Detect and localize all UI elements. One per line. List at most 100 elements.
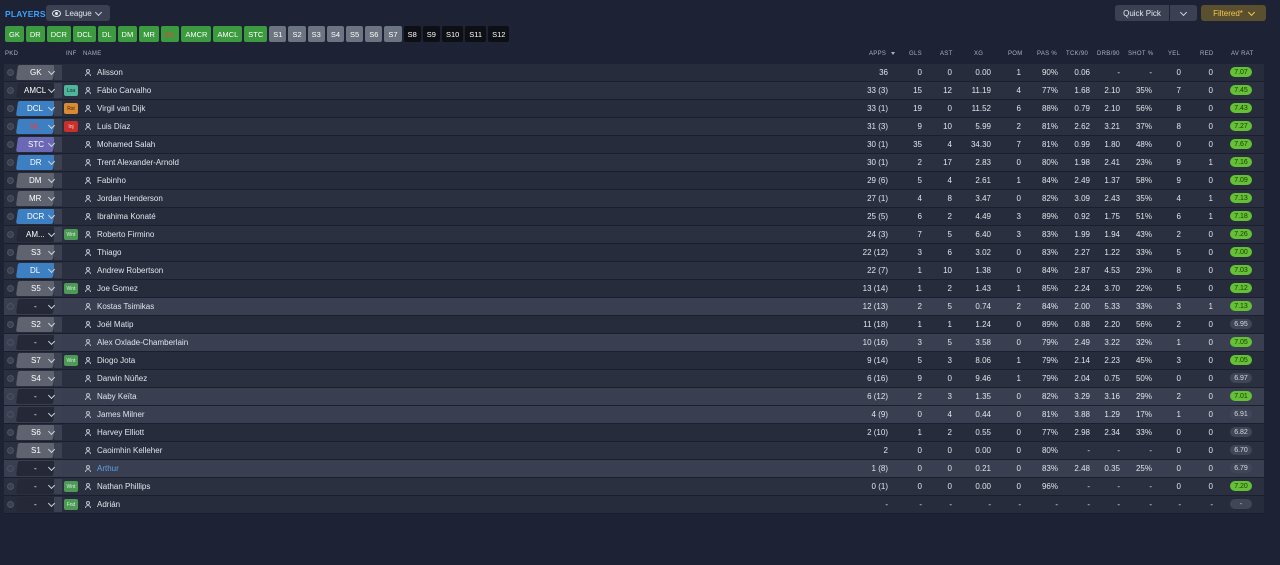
position-dropdown[interactable] bbox=[54, 479, 62, 494]
col-pom[interactable]: POM bbox=[1008, 51, 1023, 57]
pick-radio[interactable] bbox=[7, 393, 14, 400]
player-name[interactable]: Joe Gomez bbox=[97, 284, 138, 293]
pick-radio[interactable] bbox=[7, 501, 14, 508]
position-filter-s7[interactable]: S7 bbox=[384, 26, 402, 42]
pick-radio[interactable] bbox=[7, 429, 14, 436]
position-filter-ml[interactable]: ML bbox=[160, 26, 180, 42]
position-dropdown[interactable] bbox=[54, 65, 62, 80]
position-filter-amcr[interactable]: AMCR bbox=[181, 26, 212, 42]
position-dropdown[interactable] bbox=[54, 335, 62, 350]
col-name[interactable]: NAME bbox=[83, 51, 102, 57]
player-name[interactable]: Jordan Henderson bbox=[97, 194, 163, 203]
table-row[interactable]: - Kostas Tsimikas 12 (13) 2 5 0.74 2 84% 2.00 5.3… bbox=[4, 298, 1264, 316]
table-row[interactable]: S2 Joël Matip 11 (18) 1 1 1.24 0 89% 0.88 2.20 56%… bbox=[4, 316, 1264, 334]
pick-radio[interactable] bbox=[7, 375, 14, 382]
table-row[interactable]: - Fnd Adrián - - - - - - - - - - - - bbox=[4, 496, 1264, 514]
pick-radio[interactable] bbox=[7, 213, 14, 220]
position-dropdown[interactable] bbox=[54, 209, 62, 224]
player-name[interactable]: Adrián bbox=[97, 500, 120, 509]
col-drb[interactable]: DRB/90 bbox=[1097, 51, 1120, 57]
player-name[interactable]: Luis Díaz bbox=[97, 122, 130, 131]
position-dropdown[interactable] bbox=[54, 281, 62, 296]
position-dropdown[interactable] bbox=[54, 299, 62, 314]
filter-button[interactable]: Filtered* bbox=[1201, 5, 1266, 21]
player-name[interactable]: Kostas Tsimikas bbox=[97, 302, 154, 311]
position-filter-s3[interactable]: S3 bbox=[307, 26, 325, 42]
position-dropdown[interactable] bbox=[54, 407, 62, 422]
player-name[interactable]: Fábio Carvalho bbox=[97, 86, 151, 95]
position-filter-dcr[interactable]: DCR bbox=[46, 26, 71, 42]
table-row[interactable]: MR Jordan Henderson 27 (1) 4 8 3.47 0 82% 3.09 2.… bbox=[4, 190, 1264, 208]
position-dropdown[interactable] bbox=[54, 371, 62, 386]
position-filter-s6[interactable]: S6 bbox=[365, 26, 383, 42]
position-filter-dm[interactable]: DM bbox=[117, 26, 138, 42]
pick-radio[interactable] bbox=[7, 483, 14, 490]
col-yel[interactable]: YEL bbox=[1168, 51, 1180, 57]
position-dropdown[interactable] bbox=[54, 191, 62, 206]
pick-radio[interactable] bbox=[7, 159, 14, 166]
position-filter-s2[interactable]: S2 bbox=[288, 26, 306, 42]
position-filter-dl[interactable]: DL bbox=[97, 26, 116, 42]
position-dropdown[interactable] bbox=[54, 245, 62, 260]
table-row[interactable]: - James Milner 4 (9) 0 4 0.44 0 81% 3.88 1.29 17% 1… bbox=[4, 406, 1264, 424]
col-apps[interactable]: APPS bbox=[869, 51, 896, 57]
pick-radio[interactable] bbox=[7, 357, 14, 364]
player-name[interactable]: Caoimhin Kelleher bbox=[97, 446, 162, 455]
pick-radio[interactable] bbox=[7, 177, 14, 184]
table-row[interactable]: DCR Ibrahima Konaté 25 (5) 6 2 4.49 3 89% 0.92 1.… bbox=[4, 208, 1264, 226]
pick-radio[interactable] bbox=[7, 339, 14, 346]
col-xg[interactable]: XG bbox=[974, 51, 983, 57]
position-filter-s1[interactable]: S1 bbox=[269, 26, 287, 42]
pick-radio[interactable] bbox=[7, 123, 14, 130]
pick-radio[interactable] bbox=[7, 267, 14, 274]
position-filter-s4[interactable]: S4 bbox=[326, 26, 344, 42]
table-row[interactable]: S5 Wnt Joe Gomez 13 (14) 1 2 1.43 1 85% 2.24 3.70 2… bbox=[4, 280, 1264, 298]
pick-radio[interactable] bbox=[7, 231, 14, 238]
position-dropdown[interactable] bbox=[54, 263, 62, 278]
pick-radio[interactable] bbox=[7, 303, 14, 310]
position-dropdown[interactable] bbox=[54, 101, 62, 116]
col-pas[interactable]: PAS % bbox=[1037, 51, 1057, 57]
player-name[interactable]: Virgil van Dijk bbox=[97, 104, 145, 113]
pick-radio[interactable] bbox=[7, 141, 14, 148]
player-name[interactable]: Ibrahima Konaté bbox=[97, 212, 156, 221]
player-name[interactable]: Thiago bbox=[97, 248, 121, 257]
position-filter-amcl[interactable]: AMCL bbox=[213, 26, 243, 42]
col-tck[interactable]: TCK/90 bbox=[1066, 51, 1088, 57]
col-gls[interactable]: GLS bbox=[909, 51, 922, 57]
position-filter-s10[interactable]: S10 bbox=[441, 26, 464, 42]
player-name[interactable]: Trent Alexander-Arnold bbox=[97, 158, 179, 167]
position-filter-dcl[interactable]: DCL bbox=[72, 26, 96, 42]
table-row[interactable]: DR Trent Alexander-Arnold 30 (1) 2 17 2.83 0 80… bbox=[4, 154, 1264, 172]
pick-radio[interactable] bbox=[7, 447, 14, 454]
pick-radio[interactable] bbox=[7, 411, 14, 418]
player-name[interactable]: Fabinho bbox=[97, 176, 126, 185]
position-filter-s9[interactable]: S9 bbox=[422, 26, 440, 42]
player-name[interactable]: Andrew Robertson bbox=[97, 266, 163, 275]
table-row[interactable]: AM... Wnt Roberto Firmino 24 (3) 7 5 6.40 3 83% 1… bbox=[4, 226, 1264, 244]
table-row[interactable]: AMCL Loa Fábio Carvalho 33 (3) 15 12 11.19 4 77%… bbox=[4, 82, 1264, 100]
player-name[interactable]: Naby Keïta bbox=[97, 392, 137, 401]
position-dropdown[interactable] bbox=[54, 461, 62, 476]
player-name[interactable]: Harvey Elliott bbox=[97, 428, 144, 437]
position-dropdown[interactable] bbox=[54, 83, 62, 98]
player-name[interactable]: Alisson bbox=[97, 68, 123, 77]
table-row[interactable]: GK Alisson 36 0 0 0.00 1 90% 0.06 - - 0 0 7.07 bbox=[4, 64, 1264, 82]
table-row[interactable]: - Alex Oxlade-Chamberlain 10 (16) 3 5 3.58 0 79… bbox=[4, 334, 1264, 352]
player-name[interactable]: Alex Oxlade-Chamberlain bbox=[97, 338, 188, 347]
pick-radio[interactable] bbox=[7, 87, 14, 94]
player-name[interactable]: Darwin Núñez bbox=[97, 374, 147, 383]
player-name[interactable]: Roberto Firmino bbox=[97, 230, 154, 239]
table-row[interactable]: - Wnt Nathan Phillips 0 (1) 0 0 0.00 0 96% - - - 0 0 7… bbox=[4, 478, 1264, 496]
pick-radio[interactable] bbox=[7, 249, 14, 256]
col-avrat[interactable]: AV RAT bbox=[1231, 51, 1254, 57]
position-filter-mr[interactable]: MR bbox=[139, 26, 159, 42]
table-row[interactable]: DL Andrew Robertson 22 (7) 1 10 1.38 0 84% 2.87 4… bbox=[4, 262, 1264, 280]
position-filter-s8[interactable]: S8 bbox=[403, 26, 421, 42]
table-row[interactable]: - Arthur 1 (8) 0 0 0.21 0 83% 2.48 0.35 25% 0 0 6.79 bbox=[4, 460, 1264, 478]
player-name[interactable]: Diogo Jota bbox=[97, 356, 135, 365]
position-dropdown[interactable] bbox=[54, 443, 62, 458]
position-dropdown[interactable] bbox=[54, 227, 62, 242]
col-pkd[interactable]: PKD bbox=[5, 51, 18, 57]
position-dropdown[interactable] bbox=[54, 425, 62, 440]
